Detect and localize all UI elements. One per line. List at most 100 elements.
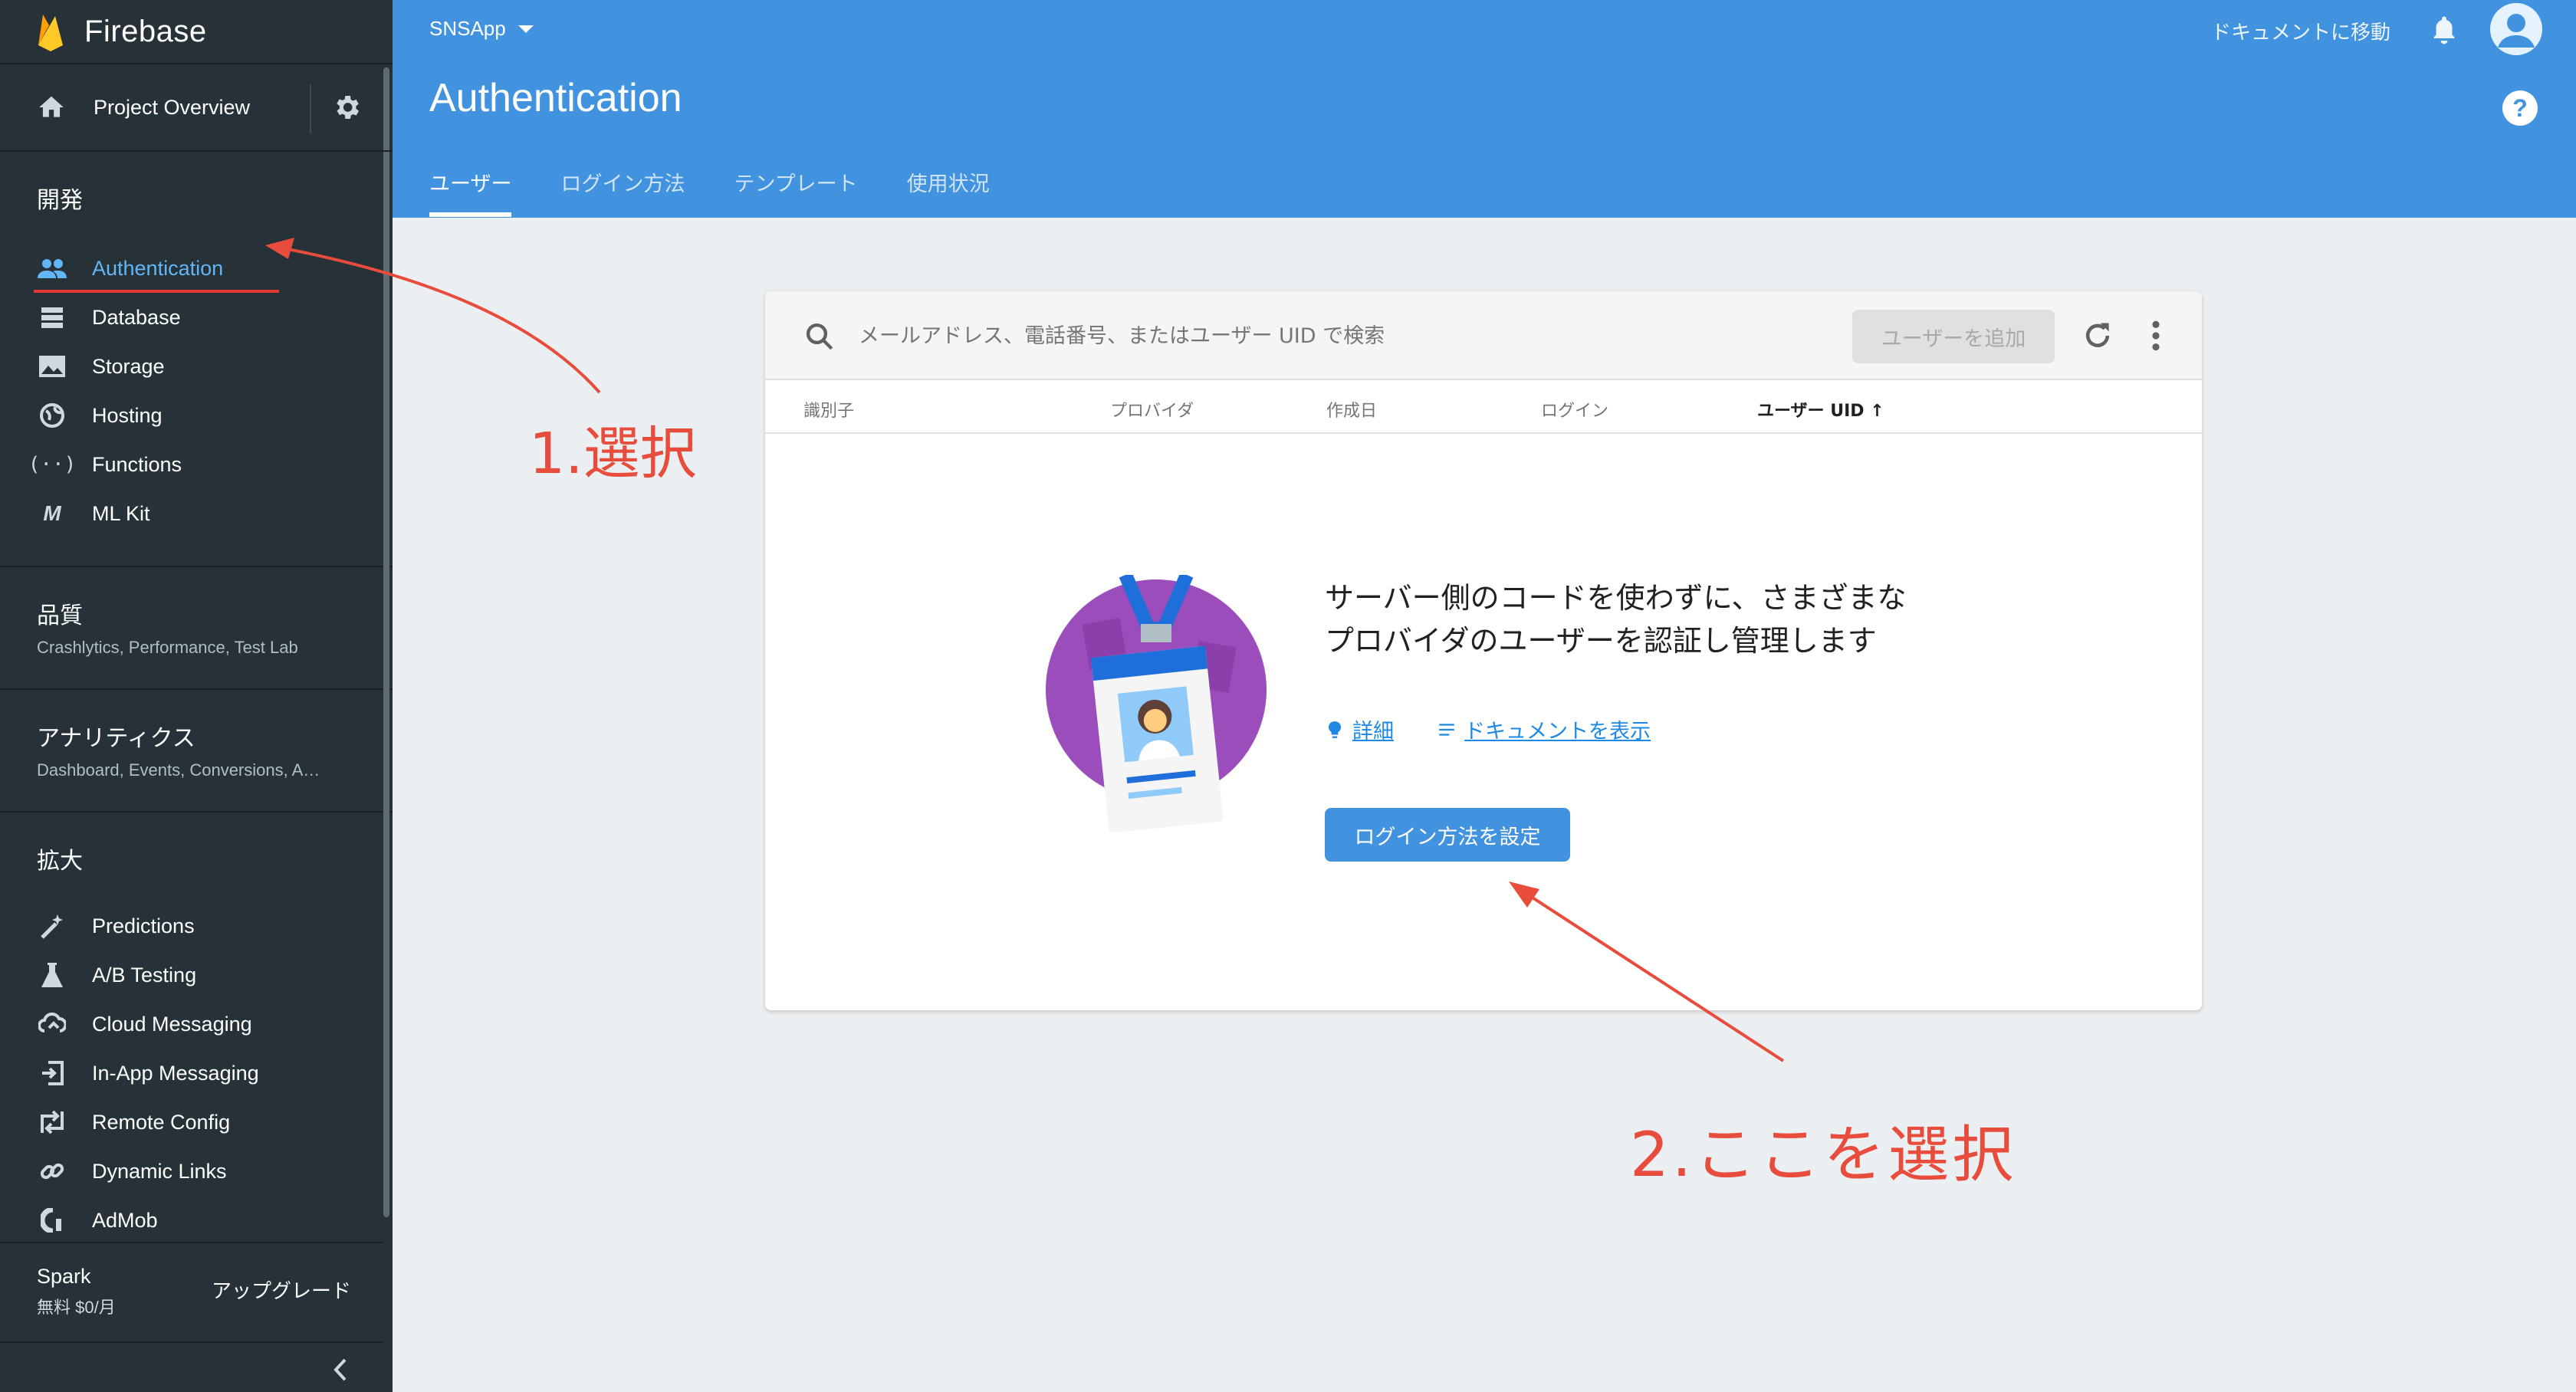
annotation-step-1: 1.選択 [529, 421, 697, 487]
admob-icon [37, 1207, 67, 1234]
search-bar: ユーザーを追加 [765, 291, 2202, 380]
arrow-up-icon: ↑ [1870, 402, 1884, 421]
home-icon [39, 96, 64, 117]
sidebar-item-admob[interactable]: AdMob [0, 1196, 393, 1245]
header: SNSApp Authentication ユーザー ログイン方法 テンプレート… [393, 0, 2576, 218]
sidebar-item-label: Storage [92, 354, 165, 378]
sidebar-item-label: Hosting [92, 403, 163, 427]
table-header: 識別子 プロバイダ 作成日 ログイン ユーザー UID ↑ [765, 380, 2202, 434]
database-icon [37, 304, 67, 331]
sidebar-item-label: Dynamic Links [92, 1159, 227, 1183]
cloud-icon [37, 1010, 67, 1038]
project-selector[interactable]: SNSApp [429, 17, 534, 41]
sidebar-item-label: Cloud Messaging [92, 1012, 252, 1036]
gear-icon[interactable] [331, 92, 362, 123]
brand-name: Firebase [84, 14, 207, 48]
remote-config-icon [37, 1108, 67, 1136]
quality-title: 品質 [37, 603, 83, 629]
sidebar-item-label: Functions [92, 452, 182, 476]
project-overview-label: Project Overview [94, 95, 251, 119]
sidebar-item-functions[interactable]: (··) Functions [0, 440, 393, 489]
column-user-uid[interactable]: ユーザー UID ↑ [1757, 397, 1884, 422]
overview-divider [310, 84, 311, 133]
setup-sign-in-method-button[interactable]: ログイン方法を設定 [1325, 808, 1570, 862]
tab-users[interactable]: ユーザー [429, 167, 512, 217]
sidebar-item-storage[interactable]: Storage [0, 342, 393, 391]
firebase-logo-icon [38, 15, 63, 51]
column-provider[interactable]: プロバイダ [1110, 397, 1194, 422]
sidebar-item-dynamic-links[interactable]: Dynamic Links [0, 1147, 393, 1196]
bell-icon[interactable] [2430, 14, 2458, 44]
search-input[interactable] [859, 316, 1779, 356]
tab-usage[interactable]: 使用状況 [907, 167, 990, 214]
column-signed-in[interactable]: ログイン [1541, 397, 1608, 422]
sidebar-item-database[interactable]: Database [0, 293, 393, 342]
sidebar-item-quality[interactable]: 品質 Crashlytics, Performance, Test Lab [0, 567, 393, 688]
sidebar-item-label: Authentication [92, 256, 224, 280]
tab-sign-in-method[interactable]: ログイン方法 [560, 167, 685, 214]
annotation-step-2: 2.ここを選択 [1630, 1119, 2017, 1190]
sidebar-item-label: ML Kit [92, 501, 150, 525]
plan-name: Spark [37, 1265, 91, 1288]
sidebar-item-label: Database [92, 305, 181, 329]
analytics-title: アナリティクス [37, 726, 196, 751]
docs-link[interactable]: ドキュメントに移動 [2211, 17, 2390, 45]
wand-icon [37, 912, 67, 940]
sidebar-item-label: AdMob [92, 1208, 158, 1232]
plan-price: 無料 $0/月 [37, 1298, 116, 1317]
flask-icon [37, 961, 67, 989]
sidebar-item-predictions[interactable]: Predictions [0, 901, 393, 950]
refresh-icon[interactable] [2081, 319, 2114, 353]
analytics-subtitle: Dashboard, Events, Conversions, A… [37, 760, 320, 780]
grow-section: 拡大 Predictions A/B Testing Cloud Messagi… [0, 813, 393, 1245]
sidebar-item-authentication[interactable]: Authentication [0, 244, 393, 293]
sidebar-item-label: A/B Testing [92, 963, 197, 987]
sidebar-item-label: Remote Config [92, 1110, 231, 1134]
chevron-down-icon [518, 25, 534, 33]
empty-state-links: 詳細 ドキュメントを表示 [1325, 714, 1694, 744]
view-docs-link[interactable]: ドキュメントを表示 [1437, 714, 1651, 744]
sidebar-item-label: Predictions [92, 914, 195, 937]
page-title: Authentication [429, 76, 682, 120]
search-icon [806, 323, 833, 350]
empty-state-message: サーバー側のコードを使わずに、さまざまなプロバイダのユーザーを認証し管理します [1325, 581, 1907, 658]
sidebar-item-label: In-App Messaging [92, 1061, 259, 1085]
image-icon [37, 353, 67, 380]
sidebar: Firebase Project Overview 開発 Authenticat… [0, 0, 393, 1392]
sidebar-item-remote-config[interactable]: Remote Config [0, 1098, 393, 1147]
ml-kit-icon: M [43, 501, 61, 525]
upgrade-button[interactable]: アップグレード [212, 1275, 351, 1304]
view-docs-link-label: ドキュメントを表示 [1464, 720, 1651, 744]
add-user-button[interactable]: ユーザーを追加 [1852, 310, 2055, 363]
brand[interactable]: Firebase [0, 0, 393, 64]
in-app-icon [37, 1059, 67, 1087]
column-user-uid-label: ユーザー UID [1757, 402, 1865, 421]
id-badge-illustration-icon [1046, 575, 1267, 833]
globe-icon [37, 402, 67, 429]
sidebar-item-analytics[interactable]: アナリティクス Dashboard, Events, Conversions, … [0, 690, 393, 811]
sidebar-item-ab-testing[interactable]: A/B Testing [0, 950, 393, 1000]
develop-title: 開発 [37, 188, 83, 213]
collapse-sidebar-icon[interactable] [331, 1357, 350, 1383]
details-link[interactable]: 詳細 [1325, 714, 1394, 744]
help-icon[interactable]: ? [2502, 90, 2538, 126]
column-created[interactable]: 作成日 [1326, 397, 1377, 422]
sidebar-item-cloud-messaging[interactable]: Cloud Messaging [0, 1000, 393, 1049]
plan-panel: Spark 無料 $0/月 アップグレード [0, 1242, 383, 1343]
sidebar-item-in-app-messaging[interactable]: In-App Messaging [0, 1049, 393, 1098]
more-vert-icon[interactable] [2150, 319, 2162, 353]
user-avatar-icon [2490, 3, 2542, 55]
project-overview[interactable]: Project Overview [0, 64, 393, 152]
notes-icon [1439, 723, 1454, 736]
project-name: SNSApp [429, 17, 506, 40]
functions-icon: (··) [28, 453, 77, 476]
sidebar-item-hosting[interactable]: Hosting [0, 391, 393, 440]
link-icon [37, 1157, 67, 1185]
tab-templates[interactable]: テンプレート [734, 167, 857, 214]
sidebar-item-ml-kit[interactable]: M ML Kit [0, 489, 393, 538]
avatar[interactable] [2490, 3, 2542, 55]
tab-bar: ユーザー ログイン方法 テンプレート 使用状況 [429, 167, 1039, 217]
column-identifier[interactable]: 識別子 [803, 397, 854, 422]
details-link-label: 詳細 [1352, 720, 1394, 744]
people-icon [37, 254, 67, 282]
